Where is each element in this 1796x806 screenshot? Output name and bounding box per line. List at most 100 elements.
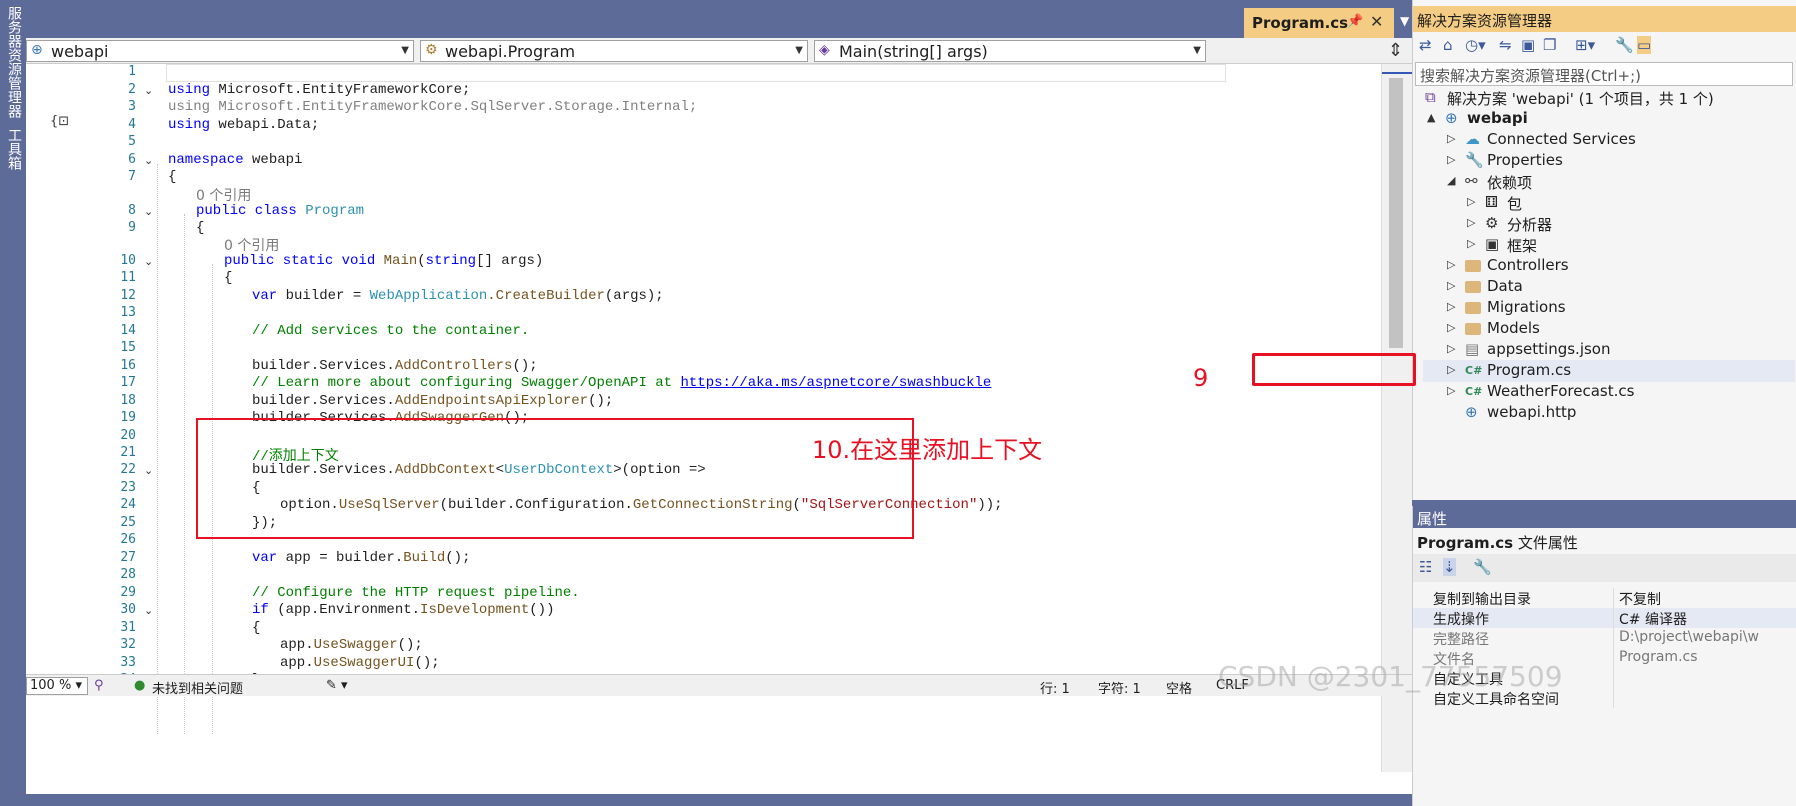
toolbox-tab[interactable]: 工具箱 — [4, 128, 24, 170]
member-dropdown[interactable]: ◈ Main(string[] args) ▼ — [814, 40, 1206, 62]
expand-chevron-icon[interactable]: ▷ — [1447, 258, 1455, 271]
property-row[interactable]: 完整路径 D:\project\webapi\w — [1413, 628, 1796, 648]
fold-toggle-icon[interactable]: ⌄ — [144, 154, 153, 167]
properties-toolbar: ☷ ⇣ 🔧 — [1413, 554, 1796, 582]
member-dropdown-value: Main(string[] args) — [839, 42, 988, 61]
dependencies-icon: ⚯ — [1465, 172, 1478, 190]
switch-views-icon[interactable]: ⇄ — [1419, 36, 1432, 54]
zoom-dropdown[interactable]: 100 % ▾ — [26, 677, 88, 695]
line-number: 15 — [120, 340, 136, 355]
expand-chevron-icon[interactable]: ▷ — [1467, 195, 1475, 208]
project-icon: ⊕ — [1445, 109, 1458, 127]
line-number: 27 — [120, 550, 136, 565]
copilot-icon[interactable]: ⚲ — [94, 678, 104, 693]
line-indicator[interactable]: 行: 1 — [1040, 678, 1070, 697]
preview-icon[interactable]: ▭ — [1637, 36, 1652, 54]
expand-chevron-icon[interactable]: ▲ — [1427, 111, 1435, 124]
sync-icon[interactable]: ⇋ — [1499, 36, 1512, 54]
code-lens-references[interactable]: 0 个引用 — [224, 235, 279, 255]
tab-program-cs[interactable]: Program.cs 📌 ✕ — [1244, 8, 1394, 38]
expand-chevron-icon[interactable]: ▷ — [1447, 342, 1455, 355]
split-window-icon[interactable]: ⇕ — [1388, 40, 1403, 61]
expand-chevron-icon[interactable]: ▷ — [1447, 384, 1455, 397]
property-value[interactable]: C# 编译器 — [1619, 609, 1796, 629]
tree-item[interactable]: ◢ ⚯ 依赖项 — [1413, 172, 1795, 193]
property-value[interactable]: D:\project\webapi\w — [1619, 629, 1796, 645]
navigation-bar: ⊕ webapi ▼ ⚙ webapi.Program ▼ ◈ Main(str… — [26, 38, 1412, 64]
tree-item[interactable]: ▷ C# Program.cs — [1413, 361, 1795, 382]
expand-chevron-icon[interactable]: ▷ — [1467, 237, 1475, 250]
properties-panel: 属性 Program.cs 文件属性 ☷ ⇣ 🔧 复制到输出目录 不复制 生成操作 C… — [1412, 506, 1796, 806]
whitespace-indicator[interactable]: 空格 — [1166, 678, 1192, 697]
tree-item[interactable]: ▷ ⚙ 分析器 — [1413, 214, 1795, 235]
tree-item-label: Controllers — [1487, 256, 1569, 274]
property-value[interactable]: Program.cs — [1619, 649, 1796, 665]
fold-toggle-icon[interactable]: ⌄ — [144, 205, 153, 218]
tree-item[interactable]: ▷ 🔧 Properties — [1413, 151, 1795, 172]
char-indicator[interactable]: 字符: 1 — [1098, 678, 1141, 697]
expand-chevron-icon[interactable]: ▷ — [1447, 132, 1455, 145]
expand-chevron-icon[interactable]: ▷ — [1447, 300, 1455, 313]
swashbuckle-link[interactable]: https://aka.ms/aspnetcore/swashbuckle — [680, 375, 991, 391]
history-icon[interactable]: ◷▾ — [1465, 36, 1486, 54]
scrollbar-thumb[interactable] — [1389, 78, 1403, 348]
tree-item[interactable]: ▷ C# WeatherForecast.cs — [1413, 382, 1795, 403]
tree-item-label: webapi.http — [1487, 403, 1577, 421]
issues-status[interactable]: 未找到相关问题 — [152, 678, 243, 697]
folder-icon — [1465, 319, 1481, 339]
tree-item[interactable]: ⊕ webapi.http — [1413, 403, 1795, 424]
tree-item[interactable]: ▷ ⚅ 包 — [1413, 193, 1795, 214]
tree-item[interactable]: ▷ Models — [1413, 319, 1795, 340]
editor-status-bar: 100 % ▾ ⚲ ● 未找到相关问题 ✎ ▾ 行: 1 字符: 1 空格 CR… — [26, 674, 1412, 697]
expand-chevron-icon[interactable]: ▷ — [1447, 153, 1455, 166]
tree-item[interactable]: ⧉ 解决方案 'webapi' (1 个项目，共 1 个) — [1413, 88, 1795, 109]
server-explorer-tab[interactable]: 服务器资源管理器 — [4, 6, 24, 118]
expand-chevron-icon[interactable]: ▷ — [1447, 279, 1455, 292]
home-icon[interactable]: ⌂ — [1443, 36, 1453, 54]
cleanup-brush-icon[interactable]: ✎ ▾ — [326, 678, 348, 693]
tab-list-dropdown-icon[interactable]: ▼ — [1400, 14, 1409, 28]
property-name: 生成操作 — [1433, 612, 1489, 628]
property-row[interactable]: 生成操作 C# 编译器 — [1413, 608, 1796, 628]
line-number: 21 — [120, 445, 136, 460]
annotation-step-9: 9 — [1193, 364, 1209, 392]
property-pages-icon[interactable]: 🔧 — [1473, 558, 1492, 576]
line-number: 11 — [120, 270, 136, 285]
close-icon[interactable]: ✕ — [1370, 12, 1383, 31]
alphabetical-icon[interactable]: ⇣ — [1443, 558, 1456, 576]
tree-item[interactable]: ▷ Migrations — [1413, 298, 1795, 319]
expand-chevron-icon[interactable]: ▷ — [1447, 321, 1455, 334]
tree-item[interactable]: ▷ ☁ Connected Services — [1413, 130, 1795, 151]
wrench-icon[interactable]: 🔧 — [1615, 36, 1634, 54]
fold-toggle-icon[interactable]: ⌄ — [144, 84, 153, 97]
tree-item[interactable]: ▷ ▣ 框架 — [1413, 235, 1795, 256]
editor-tab-row: Program.cs 📌 ✕ ▼ ⚙ — [26, 0, 1432, 38]
class-dropdown[interactable]: ⚙ webapi.Program ▼ — [420, 40, 808, 62]
expand-chevron-icon[interactable]: ▷ — [1467, 216, 1475, 229]
line-number: 22 — [120, 462, 136, 477]
fold-toggle-icon[interactable]: ⌄ — [144, 255, 153, 268]
csharp-icon: C# — [1465, 364, 1483, 377]
solution-explorer-search[interactable]: 搜索解决方案资源管理器(Ctrl+;) — [1415, 62, 1793, 86]
property-value[interactable]: 不复制 — [1619, 589, 1796, 609]
line-number: 4 — [128, 117, 136, 132]
property-row[interactable]: 复制到输出目录 不复制 — [1413, 588, 1796, 608]
expand-chevron-icon[interactable]: ◢ — [1447, 174, 1455, 187]
fold-toggle-icon[interactable]: ⌄ — [144, 464, 153, 477]
tree-item[interactable]: ▷ Controllers — [1413, 256, 1795, 277]
line-number-gutter: {⊡ 1 2 3 4 5 6 7 8 9 10 11 12 13 14 15 16 17 18 19 20 21 22 23… — [26, 64, 213, 772]
properties-object-name: Program.cs — [1417, 534, 1514, 552]
code-lens-references[interactable]: 0 个引用 — [196, 185, 251, 205]
filter-icon[interactable]: ⊞▾ — [1575, 36, 1595, 54]
line-number: 17 — [120, 375, 136, 390]
tree-item[interactable]: ▲ ⊕ webapi — [1413, 109, 1795, 130]
pin-icon[interactable]: 📌 — [1347, 14, 1363, 29]
tree-item[interactable]: ▷ ▤ appsettings.json — [1413, 340, 1795, 361]
tree-item[interactable]: ▷ Data — [1413, 277, 1795, 298]
categorized-icon[interactable]: ☷ — [1419, 558, 1432, 576]
project-dropdown[interactable]: ⊕ webapi ▼ — [26, 40, 414, 62]
expand-chevron-icon[interactable]: ▷ — [1447, 363, 1455, 376]
fold-toggle-icon[interactable]: ⌄ — [144, 604, 153, 617]
collapse-all-icon[interactable]: ▣ — [1521, 36, 1535, 54]
copy-icon[interactable]: ❐ — [1543, 36, 1556, 54]
